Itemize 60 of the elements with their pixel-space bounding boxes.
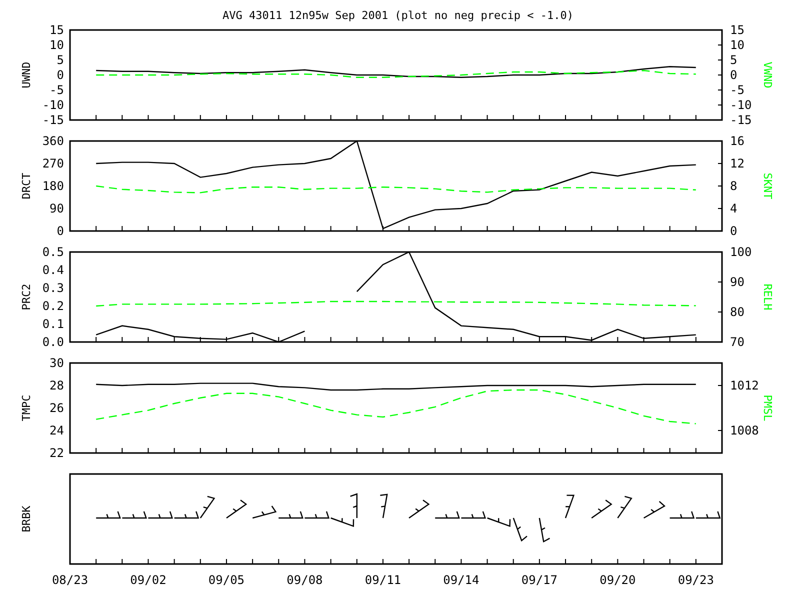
tick-label: 12 [730,156,744,170]
tick-label: 10 [730,38,744,52]
tick-label: 4 [730,202,738,216]
tick-label: -15 [42,113,64,127]
tick-label: 22 [50,446,64,460]
tick-label: 0 [730,224,738,238]
tick-label: 270 [42,156,64,170]
axis-label: SKNT [760,172,774,200]
tick-label: 5 [56,53,64,67]
tick-label: -10 [730,98,752,112]
tick-label: 09/17 [521,573,558,587]
axis-label: UWND [20,62,34,88]
tick-label: 09/14 [443,573,480,587]
tick-label: 09/08 [286,573,323,587]
axis-label: PRC2 [20,284,34,310]
tick-label: 90 [730,275,744,289]
tick-label: 360 [42,134,64,148]
tick-label: 0 [730,68,738,82]
tick-label: 0.1 [42,317,64,331]
tick-label: 90 [50,202,64,216]
axis-label: BRBK [20,506,34,532]
tick-label: 10 [50,38,64,52]
axis-label: VWND [760,62,774,88]
tick-label: 100 [730,245,752,259]
tick-label: 0.0 [42,335,64,349]
tick-label: 8 [730,179,738,193]
tick-label: 0 [56,68,64,82]
axis-label: TMPC [20,394,34,422]
tick-label: 09/23 [678,573,714,587]
tick-label: 30 [50,356,64,370]
tick-label: 08/23 [52,573,88,587]
axis-label: PMSL [760,394,774,422]
tick-label: 80 [730,305,744,319]
tick-label: 180 [42,179,64,193]
tick-label: 15 [50,23,64,37]
axis-label: RELH [760,284,774,310]
tick-label: 5 [730,53,738,67]
tick-label: 0.3 [42,281,64,295]
chart-title: AVG 43011 12n95w Sep 2001 (plot no neg precip < -1.0) [222,9,574,22]
tick-label: -5 [730,83,744,97]
tick-label: 09/11 [364,573,402,587]
tick-label: 09/05 [208,573,245,587]
tick-label: -15 [730,113,752,127]
tick-label: 0 [56,224,64,238]
tick-label: 16 [730,134,744,148]
tick-label: 0.4 [42,263,64,277]
tick-label: 09/02 [130,573,166,587]
tick-label: -10 [42,98,64,112]
tick-label: 15 [730,23,744,37]
tick-label: 1012 [730,378,759,392]
axis-label: DRCT [20,172,34,200]
tick-label: 0.5 [42,245,64,259]
tick-label: 1008 [730,424,759,438]
tick-label: 70 [730,335,744,349]
tick-label: 24 [50,424,64,438]
tick-label: -5 [50,83,64,97]
tick-label: 09/20 [600,573,636,587]
tick-label: 0.2 [42,299,64,313]
tick-label: 26 [50,401,64,415]
tick-label: 28 [50,378,64,392]
